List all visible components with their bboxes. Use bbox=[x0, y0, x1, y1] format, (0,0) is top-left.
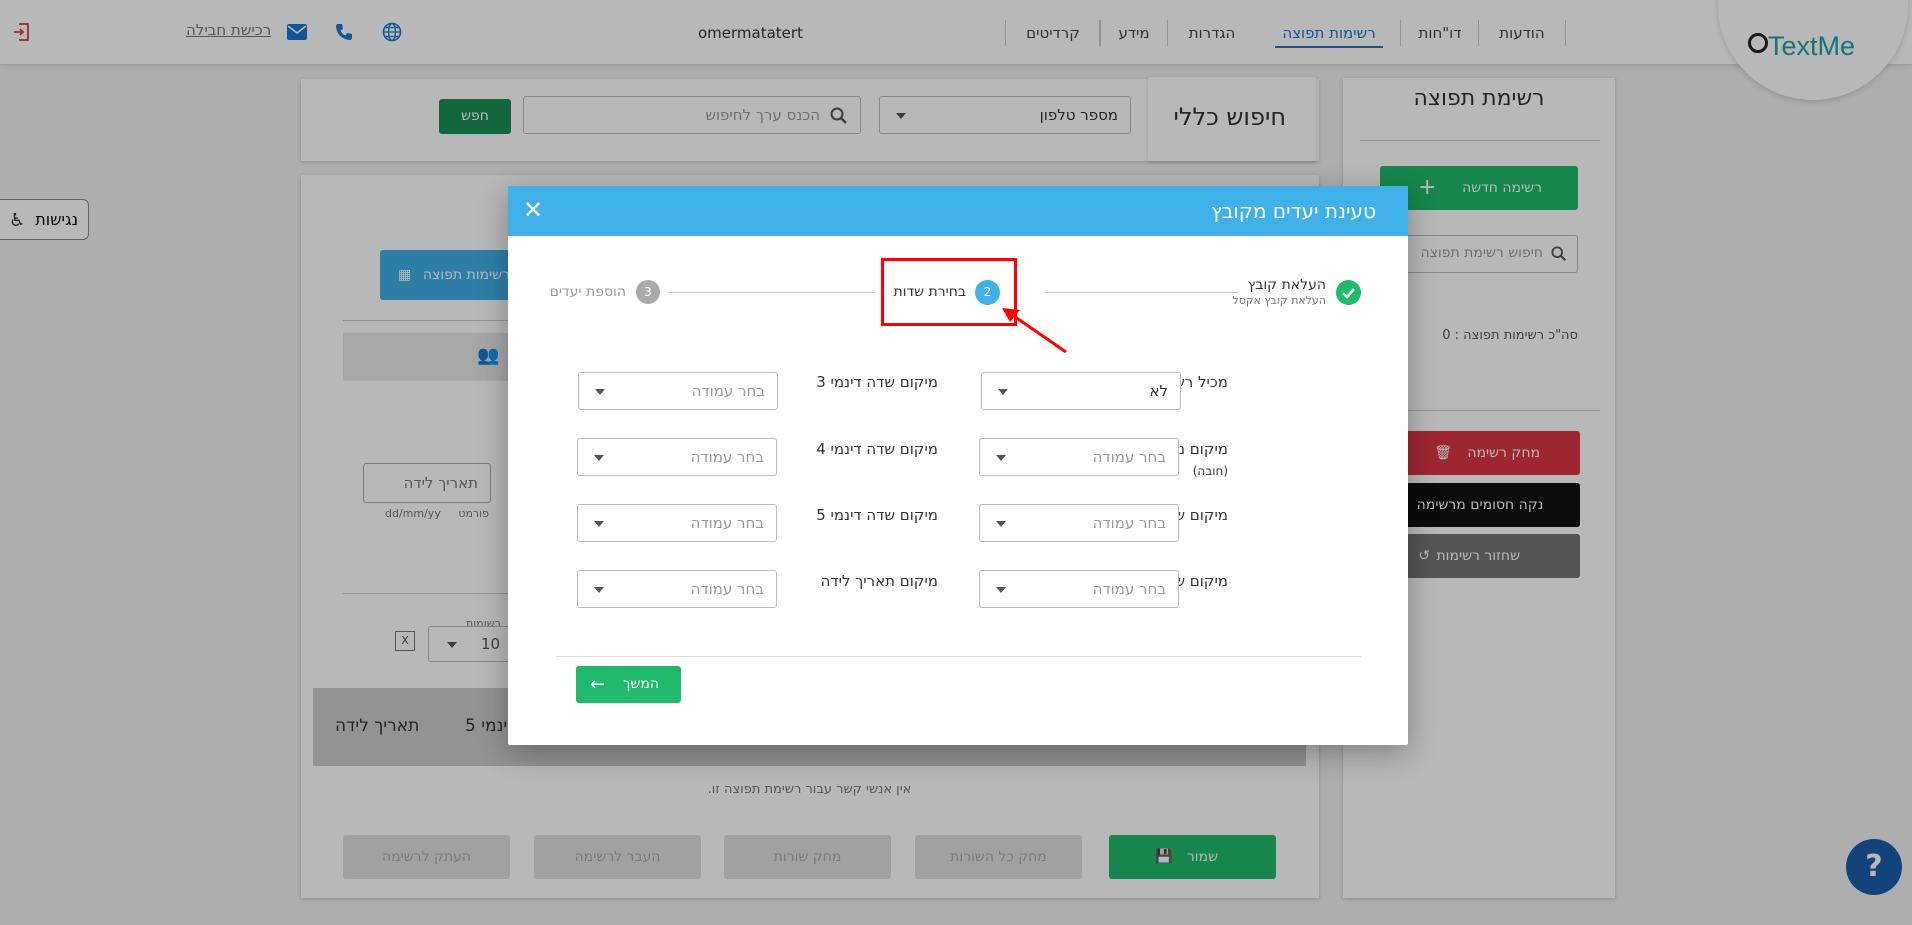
chevron-down-icon bbox=[594, 521, 604, 527]
dynamic-5-label: מיקום שדה דינמי 5 bbox=[816, 506, 938, 524]
dynamic-2-select[interactable]: בחר עמודה bbox=[979, 570, 1179, 608]
step-3-number: 3 bbox=[636, 280, 660, 304]
modal-title: טעינת יעדים מקובץ bbox=[1210, 199, 1376, 223]
birthdate-column-value: בחר עמודה bbox=[690, 580, 764, 598]
chevron-down-icon bbox=[594, 455, 604, 461]
upload-file-modal: טעינת יעדים מקובץ ✕ העלאת קובץ העלאת קוב… bbox=[508, 186, 1408, 745]
modal-header: טעינת יעדים מקובץ ✕ bbox=[508, 186, 1408, 236]
continue-label: המשך bbox=[622, 676, 659, 692]
chevron-down-icon bbox=[998, 389, 1008, 395]
chevron-down-icon bbox=[594, 587, 604, 593]
dynamic-2-value: בחר עמודה bbox=[1092, 580, 1166, 598]
mobile-column-select[interactable]: בחר עמודה bbox=[979, 438, 1179, 476]
birthdate-column-select[interactable]: בחר עמודה bbox=[577, 570, 777, 608]
dynamic-4-select[interactable]: בחר עמודה bbox=[577, 438, 777, 476]
chevron-down-icon bbox=[996, 521, 1006, 527]
dynamic-4-value: בחר עמודה bbox=[690, 448, 764, 466]
dynamic-1-value: בחר עמודה bbox=[1092, 514, 1166, 532]
arrow-left-icon: ← bbox=[590, 674, 606, 695]
dynamic-3-select[interactable]: בחר עמודה bbox=[578, 372, 778, 410]
chevron-down-icon bbox=[996, 587, 1006, 593]
dynamic-1-select[interactable]: בחר עמודה bbox=[979, 504, 1179, 542]
step-3-label: הוספת יעדים bbox=[549, 284, 626, 300]
arrow-pointer-icon bbox=[1002, 308, 1067, 354]
dynamic-3-label: מיקום שדה דינמי 3 bbox=[816, 373, 938, 391]
header-row-select[interactable]: לא bbox=[981, 372, 1181, 410]
chevron-down-icon bbox=[996, 455, 1006, 461]
header-row-value: לא bbox=[1149, 382, 1168, 400]
step-1-sub: העלאת קובץ אקסל bbox=[1232, 294, 1326, 307]
dynamic-5-value: בחר עמודה bbox=[690, 514, 764, 532]
birthdate-column-label: מיקום תאריך לידה bbox=[820, 572, 938, 590]
mobile-column-value: בחר עמודה bbox=[1092, 448, 1166, 466]
dynamic-3-value: בחר עמודה bbox=[691, 382, 765, 400]
dynamic-5-select[interactable]: בחר עמודה bbox=[577, 504, 777, 542]
dynamic-4-label: מיקום שדה דינמי 4 bbox=[816, 440, 938, 458]
chevron-down-icon bbox=[595, 389, 605, 395]
close-icon[interactable]: ✕ bbox=[520, 197, 546, 223]
step-1-check-icon bbox=[1336, 280, 1361, 305]
modal-divider bbox=[556, 656, 1361, 657]
step-1-label: העלאת קובץ bbox=[1247, 277, 1326, 293]
continue-button[interactable]: ← המשך bbox=[576, 666, 681, 703]
